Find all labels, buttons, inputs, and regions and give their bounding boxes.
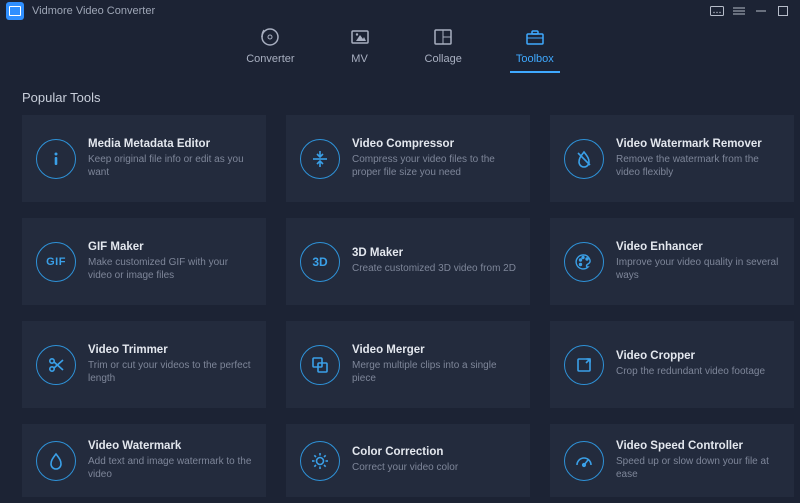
toolbox-icon	[524, 26, 546, 48]
tool-video-compressor[interactable]: Video Compressor Compress your video fil…	[286, 115, 530, 202]
merge-icon	[300, 345, 340, 385]
section-heading: Popular Tools	[22, 90, 800, 105]
palette-icon	[564, 242, 604, 282]
mv-icon	[349, 26, 371, 48]
more-options-icon[interactable]	[706, 0, 728, 22]
tool-video-watermark[interactable]: Video Watermark Add text and image water…	[22, 424, 266, 497]
tool-media-metadata-editor[interactable]: Media Metadata Editor Keep original file…	[22, 115, 266, 202]
tool-title: Video Watermark	[88, 440, 254, 452]
tool-title: Video Trimmer	[88, 344, 254, 356]
tool-gif-maker[interactable]: GIF GIF Maker Make customized GIF with y…	[22, 218, 266, 305]
tool-title: Video Cropper	[616, 350, 765, 362]
app-logo-icon	[6, 2, 24, 20]
tool-title: Color Correction	[352, 446, 458, 458]
menu-icon[interactable]	[728, 0, 750, 22]
tool-desc: Crop the redundant video footage	[616, 365, 765, 379]
tool-video-speed-controller[interactable]: Video Speed Controller Speed up or slow …	[550, 424, 794, 497]
tool-video-trimmer[interactable]: Video Trimmer Trim or cut your videos to…	[22, 321, 266, 408]
3d-icon: 3D	[300, 242, 340, 282]
maximize-icon[interactable]	[772, 0, 794, 22]
tool-desc: Make customized GIF with your video or i…	[88, 256, 254, 283]
tool-desc: Trim or cut your videos to the perfect l…	[88, 359, 254, 386]
converter-icon	[259, 26, 281, 48]
tool-title: Video Watermark Remover	[616, 138, 782, 150]
tool-title: Video Compressor	[352, 138, 518, 150]
tool-grid: Media Metadata Editor Keep original file…	[22, 115, 778, 497]
tool-desc: Merge multiple clips into a single piece	[352, 359, 518, 386]
minimize-icon[interactable]	[750, 0, 772, 22]
tool-desc: Correct your video color	[352, 461, 458, 475]
collage-icon	[432, 26, 454, 48]
nav-label: Toolbox	[516, 53, 554, 65]
titlebar: Vidmore Video Converter	[0, 0, 800, 22]
tool-video-merger[interactable]: Video Merger Merge multiple clips into a…	[286, 321, 530, 408]
nav-tab-converter[interactable]: Converter	[240, 24, 300, 73]
tool-title: Video Speed Controller	[616, 440, 782, 452]
tool-title: 3D Maker	[352, 247, 516, 259]
tool-video-enhancer[interactable]: Video Enhancer Improve your video qualit…	[550, 218, 794, 305]
drop-icon	[36, 441, 76, 481]
tool-desc: Create customized 3D video from 2D	[352, 262, 516, 276]
app-title: Vidmore Video Converter	[32, 5, 155, 17]
tool-title: GIF Maker	[88, 241, 254, 253]
gauge-icon	[564, 441, 604, 481]
tool-desc: Improve your video quality in several wa…	[616, 256, 782, 283]
tool-desc: Add text and image watermark to the vide…	[88, 455, 254, 482]
info-icon	[36, 139, 76, 179]
nav-tab-mv[interactable]: MV	[343, 24, 377, 73]
tool-title: Media Metadata Editor	[88, 138, 254, 150]
drop-x-icon	[564, 139, 604, 179]
crop-icon	[564, 345, 604, 385]
tool-video-watermark-remover[interactable]: Video Watermark Remover Remove the water…	[550, 115, 794, 202]
nav-tab-toolbox[interactable]: Toolbox	[510, 24, 560, 73]
tool-desc: Keep original file info or edit as you w…	[88, 153, 254, 180]
tool-desc: Remove the watermark from the video flex…	[616, 153, 782, 180]
nav-tab-collage[interactable]: Collage	[419, 24, 468, 73]
nav-label: Collage	[425, 53, 462, 65]
tool-title: Video Enhancer	[616, 241, 782, 253]
nav-label: Converter	[246, 53, 294, 65]
tool-desc: Speed up or slow down your file at ease	[616, 455, 782, 482]
main-nav: Converter MV Collage Toolbox	[0, 24, 800, 78]
tool-desc: Compress your video files to the proper …	[352, 153, 518, 180]
tool-3d-maker[interactable]: 3D 3D Maker Create customized 3D video f…	[286, 218, 530, 305]
tool-video-cropper[interactable]: Video Cropper Crop the redundant video f…	[550, 321, 794, 408]
tool-title: Video Merger	[352, 344, 518, 356]
compress-icon	[300, 139, 340, 179]
tool-color-correction[interactable]: Color Correction Correct your video colo…	[286, 424, 530, 497]
nav-label: MV	[351, 53, 368, 65]
scissors-icon	[36, 345, 76, 385]
gif-icon: GIF	[36, 242, 76, 282]
sun-icon	[300, 441, 340, 481]
